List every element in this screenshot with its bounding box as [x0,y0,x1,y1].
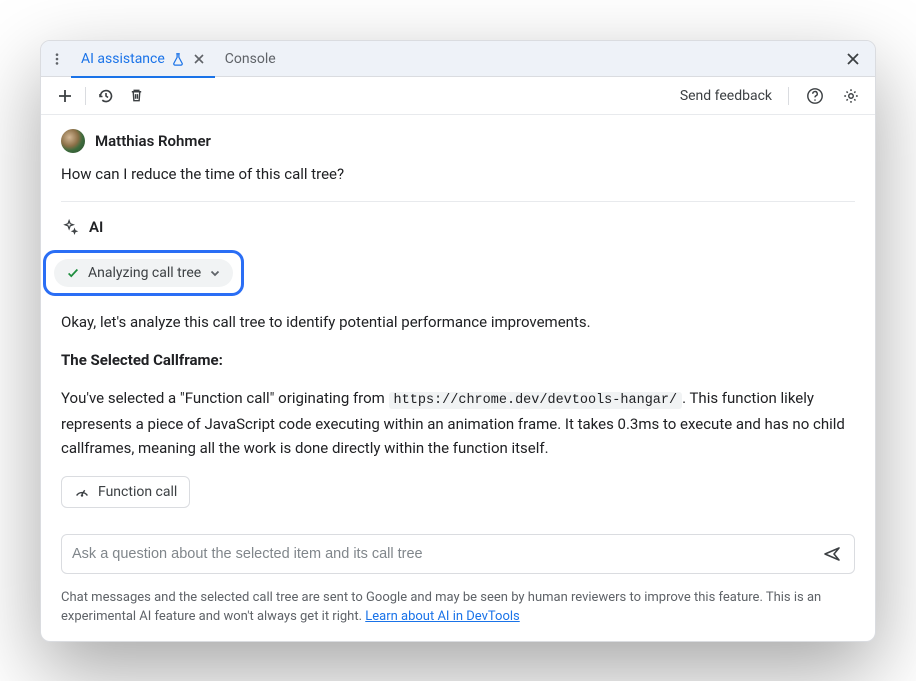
status-highlight: Analyzing call tree [43,250,244,296]
chevron-down-icon [209,267,221,279]
help-button[interactable] [801,82,829,110]
tab-bar: AI assistance Console [41,41,875,77]
ai-header: AI [61,218,855,236]
panel-close-icon[interactable] [841,47,865,71]
user-name: Matthias Rohmer [95,132,211,150]
new-chat-button[interactable] [51,82,79,110]
ai-message: AI Analyzing call tree Okay, let's analy… [61,201,855,520]
user-message: Matthias Rohmer How can I reduce the tim… [61,129,855,201]
user-header: Matthias Rohmer [61,129,855,153]
gauge-icon [74,484,90,500]
toolbar: Send feedback [41,77,875,115]
learn-link[interactable]: Learn about AI in DevTools [365,609,519,624]
send-button[interactable] [820,542,844,566]
divider [85,87,86,105]
toolbar-right: Send feedback [676,82,865,110]
check-icon [66,266,80,280]
ai-intro: Okay, let's analyze this call tree to id… [61,310,855,334]
ai-response: Okay, let's analyze this call tree to id… [61,310,855,460]
chat-input[interactable] [72,546,820,562]
more-icon[interactable] [47,49,67,69]
history-button[interactable] [92,82,120,110]
chat-content: Matthias Rohmer How can I reduce the tim… [41,115,875,528]
delete-button[interactable] [122,82,150,110]
function-chip-label: Function call [98,484,177,500]
code-url: https://chrome.dev/devtools-hangar/ [389,392,683,409]
ai-paragraph: You've selected a "Function call" origin… [61,386,855,460]
ai-section-heading: The Selected Callframe: [61,351,223,369]
settings-button[interactable] [837,82,865,110]
user-question: How can I reduce the time of this call t… [61,165,855,183]
chat-input-row [61,534,855,574]
tab-console[interactable]: Console [215,41,286,77]
sparkle-icon [61,218,79,236]
function-call-chip[interactable]: Function call [61,476,190,508]
close-icon[interactable] [193,53,205,65]
devtools-panel: AI assistance Console [40,40,876,642]
status-text: Analyzing call tree [88,265,201,281]
send-feedback-link[interactable]: Send feedback [676,88,776,104]
analyzing-status-chip[interactable]: Analyzing call tree [54,259,233,287]
ai-label: AI [89,218,103,236]
tabs: AI assistance Console [71,41,841,77]
disclaimer: Chat messages and the selected call tree… [41,582,875,641]
tab-ai-assistance[interactable]: AI assistance [71,41,215,77]
flask-icon [171,52,185,66]
divider [788,87,789,105]
tab-label: Console [225,51,276,67]
avatar [61,129,85,153]
tab-label: AI assistance [81,51,165,67]
